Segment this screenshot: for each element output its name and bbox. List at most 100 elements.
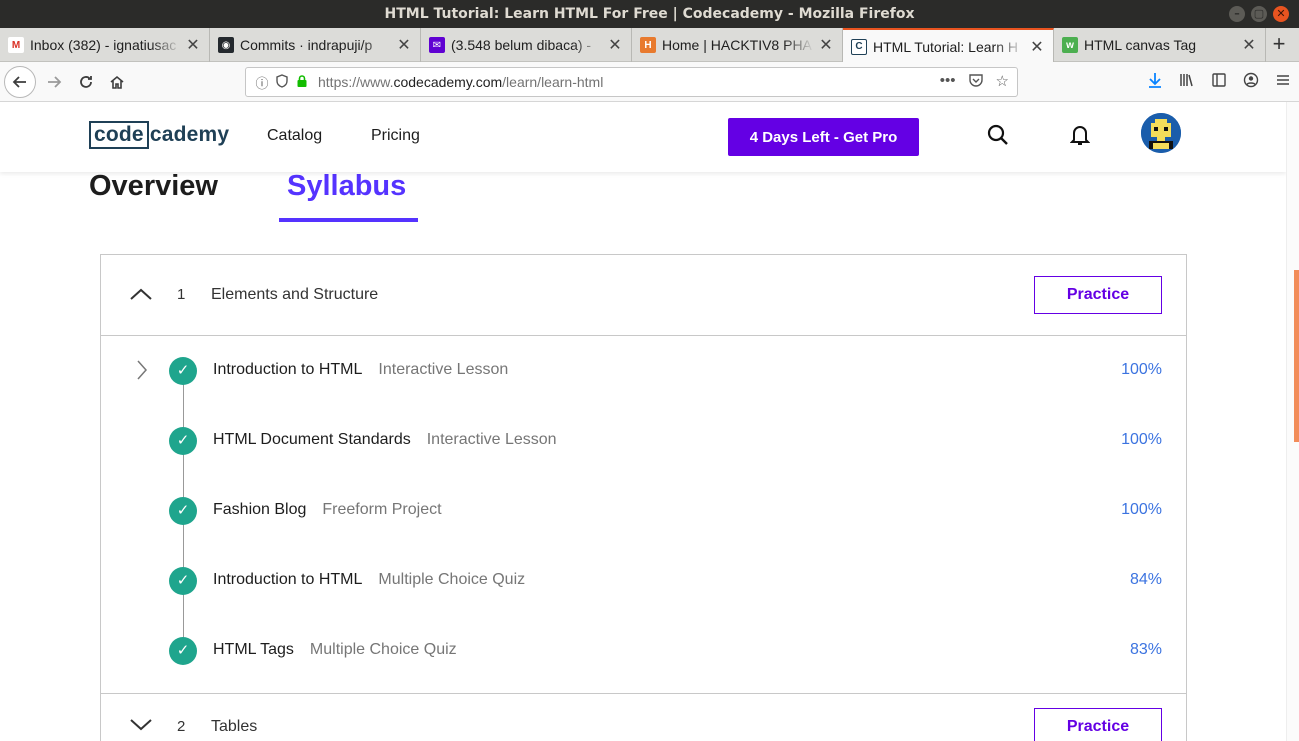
codecademy-logo[interactable]: code cademy <box>89 121 229 149</box>
chevron-right-icon[interactable] <box>136 359 148 387</box>
url-domain: codecademy.com <box>393 74 503 90</box>
tab-label: Inbox (382) - ignatiusac <box>30 37 177 53</box>
back-button[interactable] <box>4 66 36 98</box>
tracking-shield-icon[interactable] <box>272 73 292 91</box>
lesson-type: Interactive Lesson <box>426 431 557 448</box>
lesson-type: Freeform Project <box>322 501 442 518</box>
yahoo-mail-icon: ✉ <box>429 37 445 53</box>
close-tab-icon[interactable]: ✕ <box>607 35 623 55</box>
secure-lock-icon[interactable] <box>292 74 312 91</box>
browser-tab[interactable]: M Inbox (382) - ignatiusac ✕ <box>0 28 210 62</box>
lesson-row[interactable]: ✓ Introduction to HTML Multiple Choice Qu… <box>101 561 1186 601</box>
lesson-type: Multiple Choice Quiz <box>309 641 457 658</box>
practice-button[interactable]: Practice <box>1034 276 1162 314</box>
home-button[interactable] <box>101 66 133 98</box>
pocket-icon[interactable] <box>968 72 984 92</box>
chevron-down-icon[interactable] <box>129 715 153 736</box>
close-tab-icon[interactable]: ✕ <box>1241 35 1257 55</box>
library-icon[interactable] <box>1171 72 1203 93</box>
browser-tab[interactable]: ◉ Commits · indrapuji/p ✕ <box>210 28 421 62</box>
module-number: 1 <box>177 286 186 303</box>
module-title: Tables <box>211 718 258 735</box>
forward-button[interactable] <box>38 66 70 98</box>
lesson-name[interactable]: Introduction to HTML <box>213 361 362 378</box>
active-tab-underline <box>279 218 418 222</box>
download-icon[interactable] <box>1139 72 1171 93</box>
lesson-row[interactable]: ✓ Fashion Blog Freeform Project 100% <box>101 491 1186 531</box>
lesson-text: Fashion Blog Freeform Project <box>213 501 442 519</box>
search-icon[interactable] <box>985 124 1011 150</box>
address-bar[interactable]: ⓘ https://www.codecademy.com/learn/learn… <box>245 67 1018 97</box>
bookmark-star-icon[interactable]: ☆ <box>996 72 1009 92</box>
tab-label: Commits · indrapuji/p <box>240 37 373 53</box>
tab-label: (3.548 belum dibaca) - <box>451 37 592 53</box>
github-icon: ◉ <box>218 37 234 53</box>
url-text[interactable]: https://www.codecademy.com/learn/learn-h… <box>318 74 603 90</box>
page-actions-icon[interactable]: ••• <box>940 72 956 92</box>
browser-tab[interactable]: w HTML canvas Tag ✕ <box>1054 28 1266 62</box>
lesson-progress: 100% <box>1121 431 1162 448</box>
info-icon[interactable]: ⓘ <box>252 73 272 92</box>
browser-tab[interactable]: H Home | HACKTIV8 PHA ✕ <box>632 28 843 62</box>
window-titlebar: HTML Tutorial: Learn HTML For Free | Cod… <box>0 0 1299 28</box>
url-path: /learn/learn-html <box>502 74 604 90</box>
avatar-pixel-icon <box>1141 113 1181 153</box>
lesson-name[interactable]: Introduction to HTML <box>213 571 362 588</box>
browser-tab[interactable]: ✉ (3.548 belum dibaca) - ✕ <box>421 28 632 62</box>
close-tab-icon[interactable]: ✕ <box>396 35 412 55</box>
close-tab-icon[interactable]: ✕ <box>818 35 834 55</box>
window-controls: – ▢ ✕ <box>1229 6 1289 22</box>
toolbar-icons <box>1139 62 1299 102</box>
practice-button[interactable]: Practice <box>1034 708 1162 741</box>
codecademy-icon: C <box>851 38 867 55</box>
lesson-progress: 84% <box>1129 571 1162 588</box>
lesson-text: Introduction to HTML Multiple Choice Quiz <box>213 571 525 589</box>
close-window-button[interactable]: ✕ <box>1273 6 1289 22</box>
account-icon[interactable] <box>1235 72 1267 93</box>
lesson-name[interactable]: HTML Tags <box>213 641 294 658</box>
url-actions: ••• ☆ <box>940 72 1017 92</box>
lesson-text: HTML Document Standards Interactive Lesso… <box>213 431 557 449</box>
module-header[interactable]: 2 Tables Practice <box>101 684 1186 741</box>
checkmark-icon: ✓ <box>169 637 197 665</box>
new-tab-button[interactable]: + <box>1265 28 1293 62</box>
tab-label: HTML Tutorial: Learn H <box>873 38 1018 55</box>
tab-label: Home | HACKTIV8 PHA <box>662 37 812 53</box>
close-tab-icon[interactable]: ✕ <box>185 35 201 55</box>
sidebar-icon[interactable] <box>1203 72 1235 93</box>
nav-link-pricing[interactable]: Pricing <box>371 127 420 145</box>
checkmark-icon: ✓ <box>169 427 197 455</box>
browser-tab-active[interactable]: C HTML Tutorial: Learn H ✕ <box>843 28 1054 63</box>
lesson-name[interactable]: Fashion Blog <box>213 501 306 518</box>
close-tab-icon[interactable]: ✕ <box>1029 37 1045 57</box>
lesson-row[interactable]: ✓ HTML Tags Multiple Choice Quiz 83% <box>101 631 1186 671</box>
scrollbar-thumb[interactable] <box>1294 270 1299 442</box>
maximize-button[interactable]: ▢ <box>1251 6 1267 22</box>
tab-syllabus[interactable]: Syllabus <box>287 170 406 203</box>
lesson-name[interactable]: HTML Document Standards <box>213 431 411 448</box>
hamburger-menu-icon[interactable] <box>1267 72 1299 93</box>
browser-tab-strip: M Inbox (382) - ignatiusac ✕ ◉ Commits ·… <box>0 28 1299 63</box>
nav-link-catalog[interactable]: Catalog <box>267 127 322 145</box>
lesson-text: HTML Tags Multiple Choice Quiz <box>213 641 457 659</box>
lesson-row[interactable]: ✓ HTML Document Standards Interactive Les… <box>101 421 1186 461</box>
tab-overview[interactable]: Overview <box>89 170 218 203</box>
bell-icon[interactable] <box>1067 124 1093 150</box>
syllabus-module: 1 Elements and Structure Practice ✓ Intr… <box>100 254 1187 694</box>
checkmark-icon: ✓ <box>169 567 197 595</box>
home-icon <box>110 75 124 89</box>
minimize-button[interactable]: – <box>1229 6 1245 22</box>
chevron-up-icon[interactable] <box>129 285 153 306</box>
page-viewport: code cademy Catalog Pricing 4 Days Left -… <box>0 102 1286 741</box>
lesson-row[interactable]: ✓ Introduction to HTML Interactive Lesson… <box>101 351 1186 391</box>
logo-rest-text: cademy <box>149 123 230 146</box>
window-title: HTML Tutorial: Learn HTML For Free | Cod… <box>384 6 915 22</box>
get-pro-button[interactable]: 4 Days Left - Get Pro <box>728 118 919 156</box>
lesson-progress: 100% <box>1121 501 1162 518</box>
reload-button[interactable] <box>70 66 102 98</box>
logo-box-text: code <box>89 121 149 149</box>
module-header[interactable]: 1 Elements and Structure Practice <box>101 255 1186 336</box>
lesson-progress: 100% <box>1121 361 1162 378</box>
site-header: code cademy Catalog Pricing 4 Days Left -… <box>0 102 1286 172</box>
avatar[interactable] <box>1141 113 1181 153</box>
